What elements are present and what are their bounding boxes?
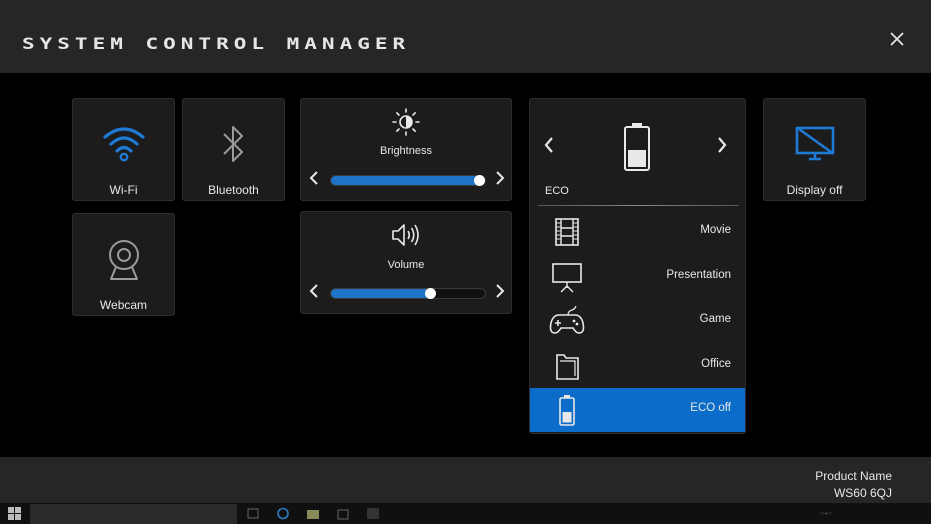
- footer-bar: Product Name WS60 6QJ: [0, 457, 931, 503]
- app-taskbar-icon[interactable]: [366, 507, 380, 520]
- battery-icon: [624, 123, 650, 171]
- chevron-right-icon: [718, 137, 727, 153]
- divider: [538, 205, 739, 206]
- webcam-icon: [108, 240, 139, 280]
- display-off-button[interactable]: Display off: [763, 98, 866, 201]
- wifi-icon: [102, 127, 145, 162]
- chevron-right-icon: [496, 284, 505, 298]
- brightness-slider-fill: [331, 176, 481, 185]
- taskbar-search-box[interactable]: [30, 504, 237, 524]
- monitor-off-icon: [795, 126, 834, 161]
- bluetooth-label: Bluetooth: [208, 183, 259, 197]
- wifi-label: Wi-Fi: [109, 183, 138, 197]
- volume-slider[interactable]: [330, 288, 486, 299]
- mode-office[interactable]: Office: [530, 344, 745, 388]
- product-name-label: Product Name: [815, 469, 892, 483]
- webcam-toggle[interactable]: Webcam: [72, 213, 175, 316]
- volume-slider-fill: [331, 289, 432, 298]
- task-view-icon[interactable]: [246, 507, 260, 520]
- mode-game[interactable]: Game: [530, 299, 745, 343]
- mode-movie[interactable]: Movie: [530, 210, 745, 254]
- bluetooth-toggle[interactable]: Bluetooth: [182, 98, 285, 201]
- chevron-left-icon: [544, 137, 553, 153]
- chevron-left-icon: [309, 284, 318, 298]
- store-icon[interactable]: [336, 507, 350, 520]
- brightness-slider[interactable]: [330, 175, 486, 186]
- power-mode-current: ECO: [545, 185, 569, 197]
- title-bar: SYSTEM CONTROL MANAGER: [0, 0, 931, 73]
- chevron-left-icon: [309, 171, 318, 185]
- power-mode-next-button[interactable]: [714, 137, 730, 157]
- power-mode-panel: ECO Movie Presentation Game Office ECO o…: [529, 98, 746, 434]
- power-mode-prev-button[interactable]: [541, 137, 557, 157]
- product-model: WS60 6QJ: [833, 486, 892, 500]
- film-icon: [555, 218, 579, 246]
- close-button[interactable]: [884, 26, 910, 52]
- brightness-slider-row: [301, 171, 511, 191]
- mode-label: Game: [699, 313, 731, 325]
- app-title: SYSTEM CONTROL MANAGER: [22, 34, 411, 53]
- close-icon: [890, 32, 904, 46]
- brightness-label: Brightness: [380, 145, 432, 157]
- mode-label: Presentation: [666, 269, 731, 281]
- volume-label: Volume: [387, 259, 425, 271]
- volume-decrease-button[interactable]: [306, 284, 322, 304]
- volume-panel: Volume: [300, 211, 512, 314]
- bluetooth-icon: [222, 126, 243, 162]
- mode-presentation[interactable]: Presentation: [530, 255, 745, 299]
- display-off-label: Display off: [786, 183, 843, 197]
- mode-label: ECO off: [690, 402, 731, 414]
- projector-screen-icon: [552, 263, 582, 293]
- battery-icon: [559, 395, 575, 426]
- mode-eco-off[interactable]: ECO off: [530, 388, 745, 432]
- edge-browser-icon[interactable]: [276, 507, 290, 520]
- taskbar: [0, 503, 931, 524]
- wifi-toggle[interactable]: Wi-Fi: [72, 98, 175, 201]
- file-explorer-icon[interactable]: [306, 507, 320, 520]
- mode-label: Movie: [700, 224, 731, 236]
- chevron-right-icon: [496, 171, 505, 185]
- webcam-label: Webcam: [99, 298, 148, 312]
- folder-icon: [556, 354, 579, 380]
- mode-label: Office: [701, 358, 731, 370]
- volume-slider-row: [301, 284, 511, 304]
- brightness-panel: Brightness: [300, 98, 512, 201]
- brightness-icon: [392, 108, 420, 136]
- windows-start-icon[interactable]: [8, 507, 21, 520]
- tray-icons[interactable]: [818, 507, 832, 520]
- brightness-slider-thumb[interactable]: [474, 175, 486, 186]
- volume-slider-thumb[interactable]: [425, 288, 437, 299]
- speaker-icon: [392, 224, 419, 246]
- volume-increase-button[interactable]: [492, 284, 508, 304]
- brightness-decrease-button[interactable]: [306, 171, 322, 191]
- gamepad-icon: [549, 305, 585, 334]
- brightness-increase-button[interactable]: [492, 171, 508, 191]
